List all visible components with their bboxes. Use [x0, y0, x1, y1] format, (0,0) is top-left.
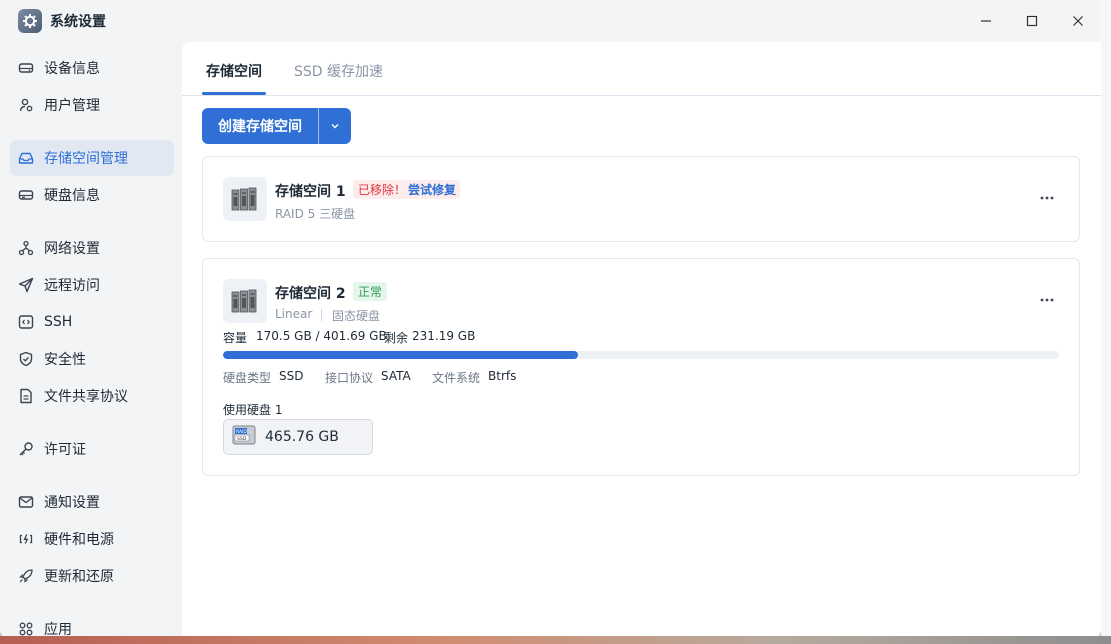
send-icon [17, 276, 35, 294]
remaining-label: 剩余 [384, 331, 409, 345]
sidebar-item-file-sharing[interactable]: 文件共享协议 [10, 378, 174, 414]
minimize-button[interactable] [963, 0, 1009, 42]
ssh-terminal-icon [17, 313, 35, 331]
more-horizontal-icon [1040, 298, 1054, 302]
pool-name: 存储空间 1 [275, 184, 346, 200]
titlebar: 系统设置 [0, 0, 1101, 42]
close-button[interactable] [1055, 0, 1101, 42]
sidebar-item-user-management[interactable]: 用户管理 [10, 87, 174, 123]
used-disks-label: 使用硬盘 1 [223, 403, 283, 417]
more-options-button[interactable] [1037, 188, 1057, 208]
status-badge-normal: 正常 [353, 282, 388, 301]
sidebar-item-label: SSH [44, 314, 73, 330]
sidebar-item-label: 存储空间管理 [44, 151, 128, 167]
capacity-progress-fill [223, 351, 578, 359]
svg-text:SSD: SSD [237, 436, 247, 442]
sidebar-item-network[interactable]: 网络设置 [10, 230, 174, 266]
main-panel: 存储空间 SSD 缓存加速 创建存储空间 存储空间 1 已移除！ 尝试修复 RA… [182, 42, 1101, 638]
sidebar-item-notifications[interactable]: 通知设置 [10, 484, 174, 520]
pool-type: Linear [275, 307, 313, 321]
background-window-edge [1101, 0, 1111, 644]
sidebar-item-license[interactable]: 许可证 [10, 431, 174, 467]
sidebar-item-label: 文件共享协议 [44, 389, 128, 405]
ssd-drive-icon: RAID SSD [232, 424, 256, 450]
server-rack-icon [223, 279, 267, 323]
repair-link[interactable]: 尝试修复 [404, 180, 461, 199]
maximize-button[interactable] [1009, 0, 1055, 42]
tab-storage[interactable]: 存储空间 [206, 61, 262, 81]
disk-type-label: 硬盘类型 [223, 371, 272, 385]
pool-media: 固态硬盘 [332, 309, 381, 323]
disk-type-value: SSD [279, 369, 304, 383]
file-icon [17, 387, 35, 405]
sidebar-item-security[interactable]: 安全性 [10, 341, 174, 377]
sidebar-item-label: 远程访问 [44, 278, 100, 294]
minimize-icon [981, 20, 991, 22]
maximize-icon [1026, 15, 1038, 27]
chevron-down-icon [331, 124, 339, 129]
remaining-value: 231.19 GB [412, 329, 476, 343]
close-icon [1073, 16, 1083, 26]
filesystem-value: Btrfs [488, 369, 517, 383]
capacity-progress-bar [223, 351, 1059, 359]
storage-pool-card: 存储空间 2 正常 Linear 固态硬盘 容量 170.5 GB / 401.… [202, 258, 1080, 476]
status-badge-removed: 已移除！ [353, 180, 412, 199]
storage-pool-card: 存储空间 1 已移除！ 尝试修复 RAID 5 三硬盘 [202, 156, 1080, 242]
sidebar-item-apps[interactable]: 应用 [10, 611, 174, 638]
active-tab-indicator [202, 92, 266, 95]
sidebar: 设备信息 用户管理 存储空间管理 硬盘信息 网络设置 远程访问 SSH 安全性 … [0, 42, 182, 638]
sidebar-item-label: 安全性 [44, 352, 86, 368]
sidebar-item-remote-access[interactable]: 远程访问 [10, 267, 174, 303]
sidebar-item-label: 硬盘信息 [44, 188, 100, 204]
interface-label: 接口协议 [325, 371, 374, 385]
create-dropdown-button[interactable] [319, 121, 351, 131]
tab-ssd-cache[interactable]: SSD 缓存加速 [294, 61, 383, 81]
key-icon [17, 440, 35, 458]
create-storage-label: 创建存储空间 [218, 119, 302, 135]
sidebar-item-label: 更新和还原 [44, 569, 114, 585]
shield-icon [17, 350, 35, 368]
filesystem-label: 文件系统 [432, 371, 481, 385]
desktop-background [0, 636, 1111, 644]
pool-subtitle: RAID 5 三硬盘 [275, 207, 356, 221]
more-horizontal-icon [1040, 196, 1054, 200]
disk-icon [17, 186, 35, 204]
sidebar-item-label: 设备信息 [44, 61, 100, 77]
rocket-icon [17, 567, 35, 585]
settings-gear-icon [18, 9, 42, 33]
disk-chip[interactable]: RAID SSD 465.76 GB [223, 419, 373, 455]
more-options-button[interactable] [1037, 290, 1057, 310]
settings-window: 系统设置 设备信息 用户管理 存储空间管理 硬盘信息 网络设置 远程访问 SSH… [0, 0, 1101, 638]
sidebar-item-disk-info[interactable]: 硬盘信息 [10, 177, 174, 213]
battery-icon [17, 530, 35, 548]
create-storage-button[interactable]: 创建存储空间 [202, 108, 351, 144]
sidebar-item-label: 网络设置 [44, 241, 100, 257]
sidebar-item-label: 硬件和电源 [44, 532, 114, 548]
window-title: 系统设置 [50, 14, 106, 30]
server-rack-icon [223, 177, 267, 221]
sidebar-item-ssh[interactable]: SSH [10, 304, 174, 340]
svg-text:RAID: RAID [236, 429, 247, 435]
mail-icon [17, 493, 35, 511]
separator [321, 309, 322, 321]
sidebar-item-label: 通知设置 [44, 495, 100, 511]
sidebar-item-update-restore[interactable]: 更新和还原 [10, 558, 174, 594]
capacity-value: 170.5 GB / 401.69 GB [256, 329, 387, 343]
network-icon [17, 239, 35, 257]
sidebar-item-device-info[interactable]: 设备信息 [10, 50, 174, 86]
sidebar-item-label: 许可证 [44, 442, 86, 458]
sidebar-item-hardware-power[interactable]: 硬件和电源 [10, 521, 174, 557]
pool-name: 存储空间 2 [275, 286, 346, 302]
tab-bar: 存储空间 SSD 缓存加速 [182, 42, 1101, 96]
capacity-label: 容量 [223, 331, 248, 345]
hard-drive-icon [17, 59, 35, 77]
disk-size: 465.76 GB [265, 429, 339, 445]
inbox-icon [17, 149, 35, 167]
users-icon [17, 96, 35, 114]
sidebar-item-storage-management[interactable]: 存储空间管理 [10, 140, 174, 176]
interface-value: SATA [381, 369, 411, 383]
sidebar-item-label: 用户管理 [44, 98, 100, 114]
